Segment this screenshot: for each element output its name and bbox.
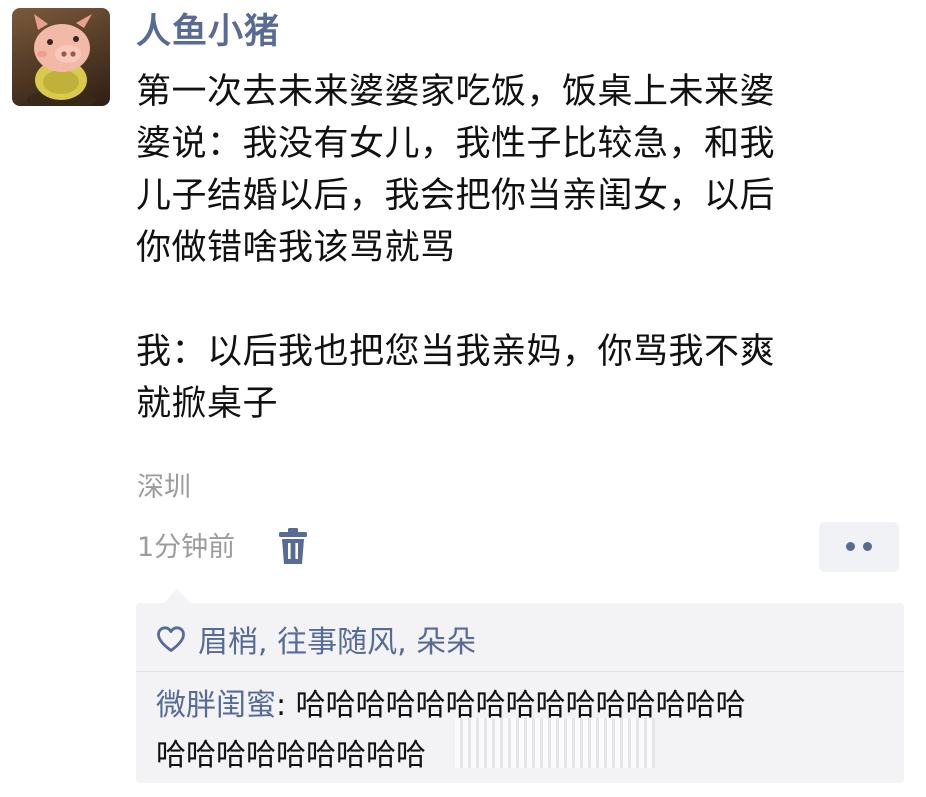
watermark-stripes (455, 718, 655, 768)
trash-icon[interactable] (277, 528, 309, 566)
post-line: 儿子结婚以后，我会把你当亲闺女，以后 (136, 176, 776, 216)
dot-icon (846, 542, 855, 551)
likes-row: 眉梢, 往事随风, 朵朵 (156, 617, 476, 661)
divider (136, 671, 904, 672)
pig-avatar-image (27, 14, 95, 106)
heart-outline-icon (157, 626, 185, 652)
post-line: 婆说：我没有女儿，我性子比较急，和我 (136, 124, 776, 164)
author-name[interactable]: 人鱼小猪 (136, 8, 280, 56)
likes-user-list[interactable]: 眉梢, 往事随风, 朵朵 (198, 617, 476, 661)
post-line: 第一次去未来婆婆家吃饭，饭桌上未来婆 (136, 72, 776, 112)
post-line: 我：以后我也把您当我亲妈，你骂我不爽 (136, 332, 776, 372)
dot-icon (863, 542, 872, 551)
avatar[interactable] (12, 8, 110, 106)
post-line: 就掀桌子 (136, 384, 279, 424)
post-text: 第一次去未来婆婆家吃饭，饭桌上未来婆 婆说：我没有女儿，我性子比较急，和我 儿子… (136, 66, 906, 430)
more-button[interactable] (819, 522, 899, 572)
timestamp: 1分钟前 (137, 532, 236, 563)
location-label[interactable]: 深圳 (137, 468, 191, 508)
commenter-name[interactable]: 微胖闺蜜 (156, 688, 276, 723)
post-line: 你做错啥我该骂就骂 (136, 228, 456, 268)
comment-separator: : (276, 688, 296, 723)
